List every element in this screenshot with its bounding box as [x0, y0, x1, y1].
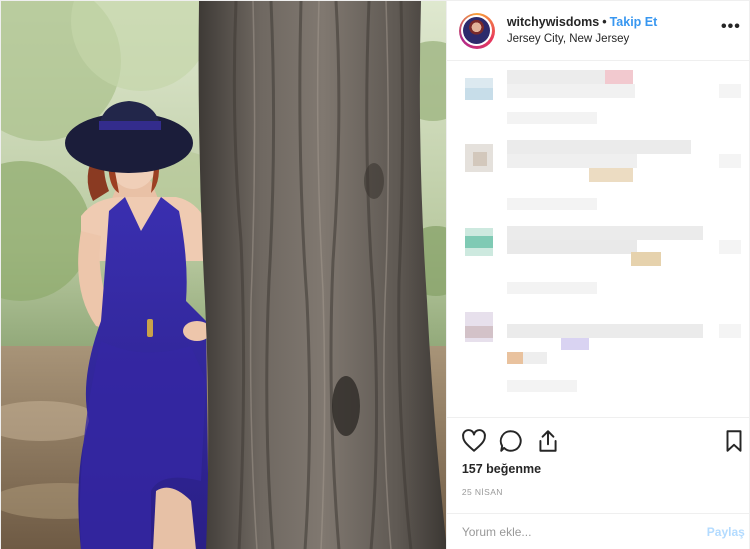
comment-input[interactable] [461, 524, 707, 539]
post-date[interactable]: 25 NİSAN [462, 487, 503, 497]
pixelated-avatar [464, 236, 493, 248]
pixelated-comment [588, 168, 633, 182]
header-text: witchywisdoms • Takip Et Jersey City, New … [507, 14, 657, 47]
pixelated-comment [506, 140, 691, 154]
share-icon[interactable] [535, 428, 561, 454]
location-link[interactable]: Jersey City, New Jersey [507, 31, 657, 47]
pixelated-comment [506, 240, 637, 254]
pixelated-icon [718, 154, 741, 168]
pixelated-icon [718, 324, 741, 338]
avatar-frame [461, 15, 493, 46]
pixelated-comment [506, 352, 523, 364]
pixelated-avatar [472, 152, 487, 166]
bookmark-icon[interactable] [721, 428, 747, 454]
more-options-button[interactable]: ••• [721, 18, 741, 36]
pixelated-icon [718, 84, 741, 98]
pixelated-comment [522, 352, 547, 364]
avatar-image [463, 17, 491, 44]
post-comment-button[interactable]: Paylaş [707, 525, 745, 539]
pixelated-comment [506, 380, 577, 392]
username-link[interactable]: witchywisdoms [507, 15, 599, 29]
post-side-panel: witchywisdoms • Takip Et Jersey City, New … [445, 1, 750, 549]
pixelated-comment [506, 282, 597, 294]
follow-button[interactable]: Takip Et [610, 15, 658, 29]
comment-icon[interactable] [498, 428, 524, 454]
pixelated-comment [630, 252, 661, 266]
pixelated-icon [718, 240, 741, 254]
comments-list [447, 62, 750, 416]
pixelated-comment [506, 198, 597, 210]
pixelated-comment [506, 112, 597, 124]
likes-count[interactable]: 157 beğenme [462, 462, 541, 476]
separator-dot: • [602, 15, 607, 29]
pixelated-avatar [464, 88, 493, 100]
post-header: witchywisdoms • Takip Et Jersey City, New … [446, 1, 750, 61]
pixelated-comment [506, 324, 703, 338]
post-actions: 157 beğenme 25 NİSAN Paylaş [446, 417, 750, 549]
pixelated-comment [506, 84, 635, 98]
pixelated-comment [604, 70, 633, 84]
pixelated-comment [560, 338, 589, 350]
pixelated-comment [506, 226, 703, 240]
avatar[interactable] [458, 12, 495, 49]
add-comment-bar: Paylaş [446, 513, 750, 549]
pixelated-comment [506, 154, 637, 168]
instagram-post: witchywisdoms • Takip Et Jersey City, New … [0, 0, 750, 549]
heart-icon[interactable] [461, 428, 487, 454]
user-line: witchywisdoms • Takip Et [507, 14, 657, 30]
pixelated-avatar [464, 326, 493, 338]
post-photo-illustration [1, 1, 446, 549]
post-photo[interactable] [1, 1, 446, 549]
